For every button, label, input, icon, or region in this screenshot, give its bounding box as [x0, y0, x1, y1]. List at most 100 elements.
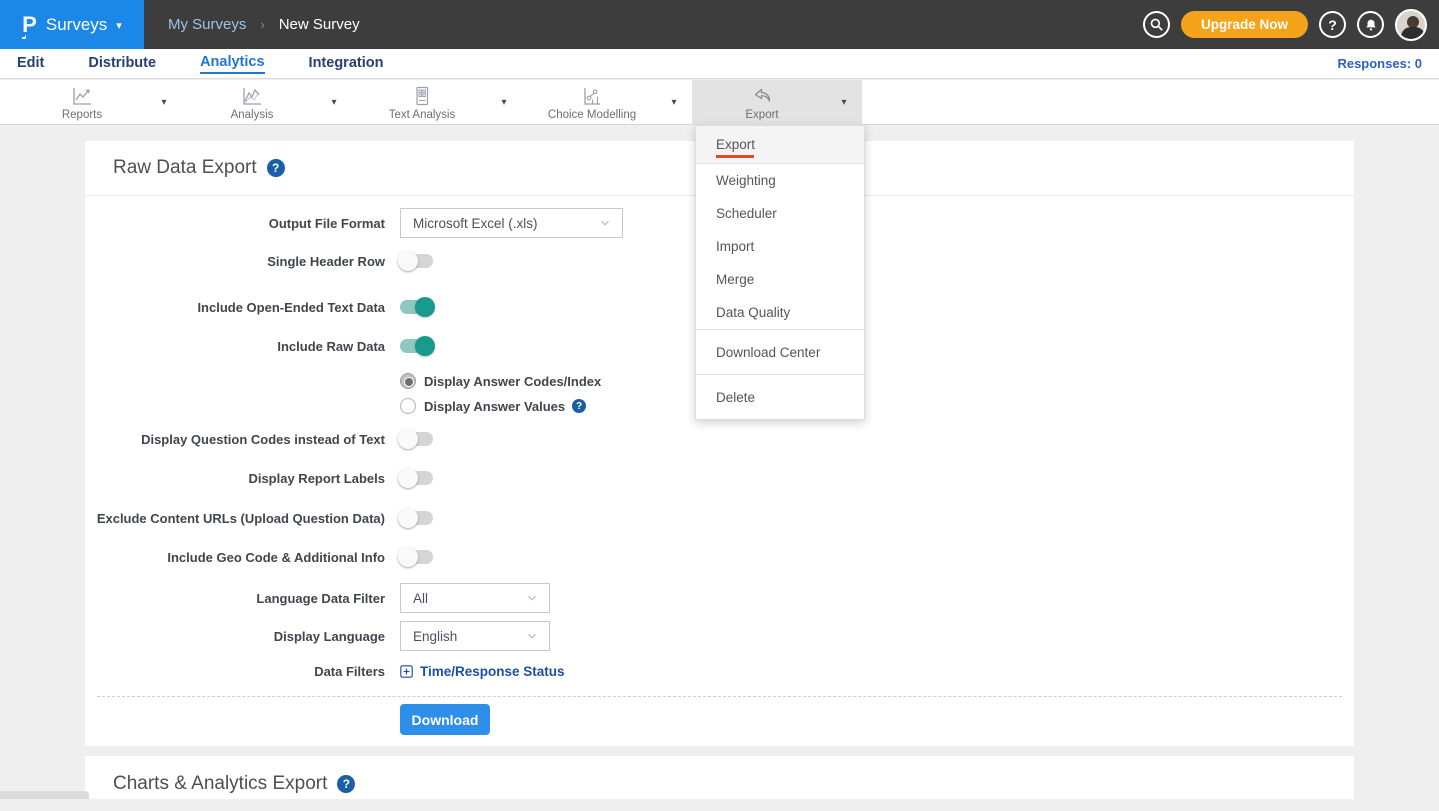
menu-item-import[interactable]: Import	[696, 230, 864, 263]
toolbar-reports[interactable]: Reports ▾	[12, 80, 182, 125]
bell-icon	[1364, 18, 1378, 32]
responses-count: Responses: 0	[1337, 56, 1422, 71]
display-report-labels-row: Display Report Labels	[85, 468, 1354, 488]
upgrade-now-button[interactable]: Upgrade Now	[1181, 11, 1308, 38]
tab-integration[interactable]: Integration	[309, 55, 384, 73]
menu-item-export[interactable]: Export	[696, 126, 864, 164]
language-data-filter-select[interactable]: All	[400, 583, 550, 613]
menu-item-delete[interactable]: Delete	[696, 375, 864, 419]
chevron-down-icon[interactable]: ▾	[152, 97, 176, 108]
menu-item-data-quality[interactable]: Data Quality	[696, 296, 864, 329]
tab-edit[interactable]: Edit	[17, 55, 44, 73]
question-help-icon: ?	[1328, 17, 1337, 33]
include-geo-code-row: Include Geo Code & Additional Info	[85, 547, 1354, 567]
menu-item-download-center[interactable]: Download Center	[696, 330, 864, 374]
chevron-down-icon	[598, 216, 612, 230]
charts-analytics-export-panel: Charts & Analytics Export ?	[85, 756, 1354, 799]
menu-item-weighting[interactable]: Weighting	[696, 164, 864, 197]
toolbar-analysis[interactable]: Analysis ▾	[182, 80, 352, 125]
panel-title: Charts & Analytics Export	[113, 773, 327, 795]
exclude-content-urls-toggle[interactable]	[400, 511, 433, 525]
panel-header: Charts & Analytics Export ?	[85, 756, 1354, 811]
data-filters-label: Data Filters	[85, 664, 385, 679]
questionpro-logo-icon: P	[22, 14, 37, 36]
exclude-content-urls-row: Exclude Content URLs (Upload Question Da…	[85, 508, 1354, 528]
include-raw-data-label: Include Raw Data	[85, 339, 385, 354]
display-language-label: Display Language	[85, 629, 385, 644]
language-data-filter-label: Language Data Filter	[85, 591, 385, 606]
include-raw-data-toggle[interactable]	[400, 339, 433, 353]
toggle-knob	[398, 468, 418, 488]
chevron-down-icon	[525, 629, 539, 643]
toolbar-export[interactable]: Export ▾	[692, 80, 862, 125]
output-file-format-label: Output File Format	[85, 216, 385, 231]
menu-item-label: Delete	[716, 390, 755, 405]
menu-item-merge[interactable]: Merge	[696, 263, 864, 296]
export-dropdown-menu: Export Weighting Scheduler Import Merge …	[695, 125, 865, 420]
browser-status-bubble	[0, 791, 89, 799]
tab-analytics[interactable]: Analytics	[200, 54, 264, 74]
output-file-format-select[interactable]: Microsoft Excel (.xls)	[400, 208, 623, 238]
scatter-chart-icon	[579, 84, 605, 108]
document-grid-icon	[409, 84, 435, 108]
toggle-knob	[415, 297, 435, 317]
toggle-knob	[415, 336, 435, 356]
exclude-content-urls-label: Exclude Content URLs (Upload Question Da…	[85, 511, 385, 526]
search-button[interactable]	[1143, 11, 1170, 38]
toolbar-text-analysis-label: Text Analysis	[389, 109, 455, 121]
chevron-down-icon: ▾	[116, 19, 122, 32]
display-question-codes-row: Display Question Codes instead of Text	[85, 429, 1354, 449]
menu-item-label: Export	[716, 137, 755, 152]
display-question-codes-label: Display Question Codes instead of Text	[85, 432, 385, 447]
help-question-icon[interactable]: ?	[572, 399, 586, 413]
display-report-labels-toggle[interactable]	[400, 471, 433, 485]
chevron-down-icon[interactable]: ▾	[322, 97, 346, 108]
plus-box-icon	[400, 665, 413, 678]
toolbar-choice-modelling-label: Choice Modelling	[548, 109, 636, 121]
toggle-knob	[398, 251, 418, 271]
user-avatar[interactable]	[1395, 9, 1427, 41]
chevron-down-icon[interactable]: ▾	[492, 97, 516, 108]
product-switcher[interactable]: P Surveys ▾	[0, 0, 144, 49]
survey-nav: Edit Distribute Analytics Integration Re…	[0, 49, 1439, 79]
toolbar-choice-modelling[interactable]: Choice Modelling ▾	[522, 80, 692, 125]
data-filters-row: Data Filters Time/Response Status	[85, 661, 1354, 681]
help-question-icon[interactable]: ?	[337, 775, 355, 793]
time-response-status-link[interactable]: Time/Response Status	[400, 664, 565, 679]
chevron-down-icon[interactable]: ▾	[832, 97, 856, 108]
display-answer-codes-radio[interactable]	[400, 373, 416, 389]
search-icon	[1149, 17, 1164, 32]
breadcrumb-my-surveys[interactable]: My Surveys	[168, 16, 246, 33]
breadcrumb: My Surveys › New Survey	[168, 0, 360, 49]
toggle-knob	[398, 508, 418, 528]
include-open-ended-label: Include Open-Ended Text Data	[85, 300, 385, 315]
chevron-down-icon	[525, 591, 539, 605]
highlight-underline	[716, 155, 754, 158]
include-geo-code-toggle[interactable]	[400, 550, 433, 564]
display-question-codes-toggle[interactable]	[400, 432, 433, 446]
breadcrumb-current-survey: New Survey	[279, 16, 360, 33]
help-button[interactable]: ?	[1319, 11, 1346, 38]
display-answer-values-radio[interactable]	[400, 398, 416, 414]
menu-item-scheduler[interactable]: Scheduler	[696, 197, 864, 230]
single-header-row-toggle[interactable]	[400, 254, 433, 268]
display-answer-codes-label: Display Answer Codes/Index	[424, 374, 601, 389]
display-language-select[interactable]: English	[400, 621, 550, 651]
display-language-value: English	[413, 629, 457, 644]
menu-item-label: Download Center	[716, 345, 820, 360]
toolbar-analysis-label: Analysis	[231, 109, 274, 121]
menu-item-label: Data Quality	[716, 305, 790, 320]
include-open-ended-toggle[interactable]	[400, 300, 433, 314]
product-name: Surveys	[46, 15, 107, 35]
notifications-button[interactable]	[1357, 11, 1384, 38]
toolbar-reports-label: Reports	[62, 109, 102, 121]
help-question-icon[interactable]: ?	[267, 159, 285, 177]
tab-distribute[interactable]: Distribute	[88, 55, 156, 73]
download-button[interactable]: Download	[400, 704, 490, 735]
top-bar: P Surveys ▾ My Surveys › New Survey Upgr…	[0, 0, 1439, 49]
toolbar-text-analysis[interactable]: Text Analysis ▾	[352, 80, 522, 125]
language-data-filter-row: Language Data Filter All	[85, 583, 1354, 613]
export-arrow-icon	[749, 84, 775, 108]
chevron-down-icon[interactable]: ▾	[662, 97, 686, 108]
panel-title: Raw Data Export	[113, 157, 257, 179]
